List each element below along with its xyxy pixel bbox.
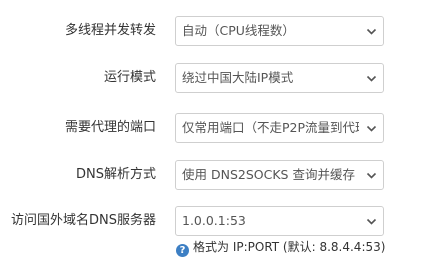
dns-method-select[interactable]: 使用 DNS2SOCKS 查询并缓存	[175, 160, 384, 190]
run-mode-label: 运行模式	[103, 70, 156, 85]
chevron-down-icon	[366, 172, 377, 179]
foreign-dns-hint-text: 格式为 IP:PORT (默认: 8.8.4.4:53)	[193, 240, 386, 254]
row-run-mode: 运行模式 绕过中国大陆IP模式	[0, 61, 432, 95]
dns-method-label: DNS解析方式	[76, 167, 156, 182]
run-mode-select[interactable]: 绕过中国大陆IP模式	[175, 63, 384, 93]
thread-concurrency-label: 多线程并发转发	[64, 23, 156, 38]
row-foreign-dns: 访问国外域名DNS服务器 1.0.0.1:53	[0, 204, 432, 238]
thread-concurrency-select[interactable]: 自动（CPU线程数）	[175, 16, 384, 46]
dns-method-value: 使用 DNS2SOCKS 查询并缓存	[182, 167, 355, 182]
foreign-dns-select[interactable]: 1.0.0.1:53	[175, 206, 384, 236]
proxy-ports-label: 需要代理的端口	[64, 120, 156, 135]
chevron-down-icon	[366, 125, 377, 132]
foreign-dns-label: 访问国外域名DNS服务器	[11, 213, 156, 228]
chevron-down-icon	[366, 75, 377, 82]
proxy-ports-select[interactable]: 仅常用端口（不走P2P流量到代理）	[175, 113, 384, 143]
row-thread-concurrency: 多线程并发转发 自动（CPU线程数）	[0, 14, 432, 48]
row-dns-method: DNS解析方式 使用 DNS2SOCKS 查询并缓存	[0, 158, 432, 192]
foreign-dns-value: 1.0.0.1:53	[182, 213, 246, 228]
chevron-down-icon	[366, 28, 377, 35]
chevron-down-icon	[366, 218, 377, 225]
run-mode-value: 绕过中国大陆IP模式	[182, 70, 294, 85]
foreign-dns-hint: ? 格式为 IP:PORT (默认: 8.8.4.4:53)	[176, 239, 386, 257]
proxy-ports-value: 仅常用端口（不走P2P流量到代理）	[182, 120, 359, 135]
help-icon: ?	[176, 244, 189, 257]
row-proxy-ports: 需要代理的端口 仅常用端口（不走P2P流量到代理）	[0, 111, 432, 145]
thread-concurrency-value: 自动（CPU线程数）	[182, 23, 295, 38]
